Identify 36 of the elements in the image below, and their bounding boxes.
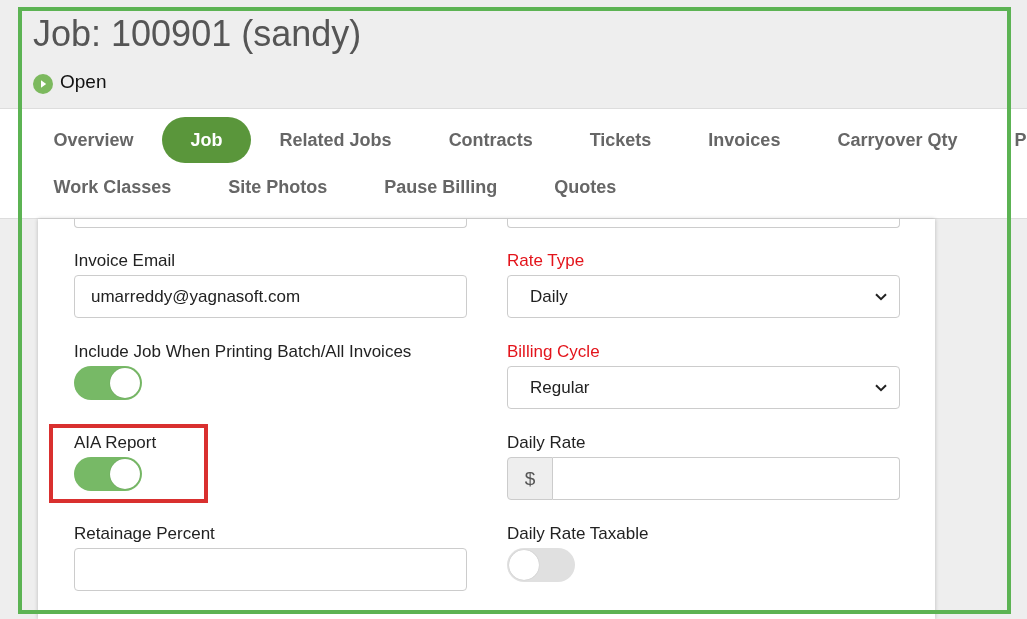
currency-prefix: $ [507,457,553,500]
tab[interactable]: Site Photos [199,164,356,210]
tab[interactable]: Overview [25,117,163,163]
play-circle-icon [33,73,53,94]
tab[interactable]: Work Classes [25,164,200,210]
text-field[interactable] [74,548,467,591]
text-field[interactable] [74,219,467,228]
job-title: Job: 100901 (sandy) [33,14,362,54]
toggle-switch[interactable] [74,366,142,400]
tab[interactable]: P [985,117,1027,163]
dropdown-select[interactable]: Daily [507,275,900,318]
field-label: Include Job When Printing Batch/All Invoices [74,341,412,362]
field-label: Daily Rate Taxable [507,523,649,544]
tab[interactable]: Related Jobs [251,117,421,163]
chevron-down-icon [875,383,887,392]
tab[interactable]: Tickets [561,117,680,163]
text-field[interactable] [507,219,900,228]
status-label: Open [60,70,107,94]
tab[interactable]: Pause Billing [355,164,526,210]
field-label: Invoice Email [74,250,176,271]
field-label: Rate Type [507,250,585,271]
field-label: AIA Report [74,432,157,453]
tab[interactable]: Carryover Qty [808,117,986,163]
toggle-switch[interactable] [507,548,575,582]
tab[interactable]: Job [162,117,252,163]
text-field[interactable] [553,457,900,500]
field-label: Daily Rate [507,432,586,453]
tab[interactable]: Quotes [525,164,645,210]
tab[interactable]: Contracts [420,117,562,163]
text-field[interactable]: umarreddy@yagnasoft.com [74,275,467,318]
toggle-switch[interactable] [74,457,142,491]
dropdown-select[interactable]: Regular [507,366,900,409]
tab[interactable]: Invoices [679,117,809,163]
field-label: Retainage Percent [74,523,215,544]
chevron-down-icon [875,292,887,301]
field-label: Billing Cycle [507,341,600,362]
